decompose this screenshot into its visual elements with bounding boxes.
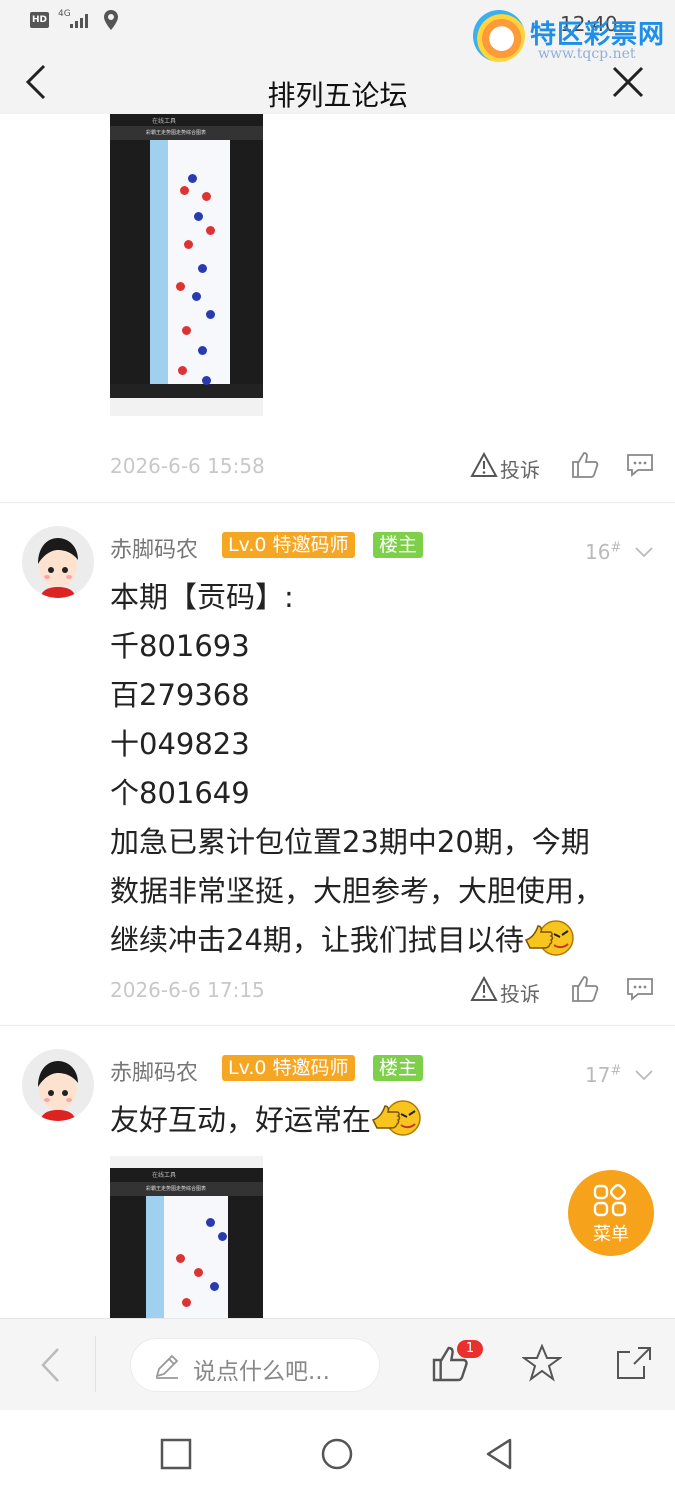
content-line-last: 继续冲击24期，让我们拭目以待 (110, 916, 603, 965)
content-line: 数据非常坚挺，大胆参考，大胆使用， (110, 874, 604, 908)
host-badge: 楼主 (373, 532, 424, 558)
pencil-icon (155, 1354, 179, 1379)
content-line: 十049823 (110, 727, 250, 761)
post-content: 友好互动，好运常在 (110, 1096, 423, 1145)
thumbs-up-icon[interactable] (570, 450, 600, 480)
signal-icon (70, 14, 90, 28)
content-line: 友好互动，好运常在 (110, 1096, 423, 1145)
username[interactable]: 赤脚码农 (110, 532, 198, 564)
location-icon (104, 10, 118, 30)
shot-title: 在线工具 (152, 1172, 177, 1179)
warning-icon[interactable] (470, 976, 498, 1002)
post-timestamp: 2026-6-6 17:15 (110, 978, 265, 1002)
content-line: 加急已累计包位置23期中20期，今期 (110, 825, 590, 859)
avatar-cartoon-icon (38, 538, 78, 598)
level-badge: Lv.0 特邀码师 (222, 1055, 355, 1081)
report-button[interactable]: 投诉 (500, 454, 540, 483)
report-button[interactable]: 投诉 (500, 978, 540, 1007)
comment-icon[interactable] (626, 452, 654, 478)
menu-label: 菜单 (593, 1224, 629, 1245)
chevron-down-icon[interactable] (634, 546, 654, 558)
divider (0, 502, 675, 503)
post-image[interactable]: 在线工具 彩霸王走势图走势综合图表 (110, 114, 263, 416)
post-image[interactable]: 在线工具 彩霸王走势图走势综合图表 (110, 1156, 263, 1318)
back-arrow-icon[interactable] (38, 1346, 64, 1384)
floor-number: 16# (585, 540, 622, 564)
post-timestamp: 2026-6-6 15:58 (110, 454, 265, 478)
thumbs-up-emoji-icon (524, 920, 574, 956)
thumbs-up-emoji-icon (371, 1100, 421, 1136)
close-icon[interactable] (610, 64, 646, 100)
warning-icon[interactable] (470, 452, 498, 478)
level-badge: Lv.0 特邀码师 (222, 532, 355, 558)
star-icon[interactable] (522, 1344, 562, 1382)
content-line: 本期【贡码】: (110, 580, 294, 614)
divider (95, 1336, 96, 1392)
avatar-cartoon-icon (38, 1061, 78, 1121)
hd-indicator: HD (30, 12, 49, 28)
comment-placeholder: 说点什么吧... (193, 1359, 330, 1385)
username[interactable]: 赤脚码农 (110, 1055, 198, 1087)
comment-icon[interactable] (626, 976, 654, 1002)
post-content: 本期【贡码】: 千801693 百279368 十049823 个801649 … (110, 573, 603, 965)
avatar[interactable] (22, 526, 94, 598)
grid-menu-icon (593, 1184, 627, 1217)
content-line: 百279368 (110, 678, 250, 712)
recent-apps-icon[interactable] (160, 1438, 192, 1470)
home-icon[interactable] (321, 1438, 353, 1470)
watermark-url: www.tqcp.net (538, 46, 636, 62)
page-title: 排列五论坛 (267, 79, 408, 112)
divider (0, 1025, 675, 1026)
chevron-down-icon[interactable] (634, 1069, 654, 1081)
shot-title: 在线工具 (152, 118, 177, 125)
menu-button[interactable]: 菜单 (568, 1170, 654, 1256)
host-badge: 楼主 (373, 1055, 424, 1081)
content-line: 千801693 (110, 629, 250, 663)
watermark-logo-icon (473, 10, 525, 62)
thumbs-up-icon[interactable] (570, 974, 600, 1004)
avatar[interactable] (22, 1049, 94, 1121)
shot-subtitle: 彩霸王走势图走势综合图表 (146, 130, 207, 136)
floor-number: 17# (585, 1063, 622, 1087)
share-icon[interactable] (614, 1344, 654, 1382)
like-count-badge: 1 (457, 1340, 483, 1358)
network-label: 4G (58, 9, 71, 19)
comment-input[interactable]: 说点什么吧... (130, 1338, 380, 1392)
shot-subtitle: 彩霸王走势图走势综合图表 (146, 1186, 207, 1192)
nav-back-icon[interactable] (484, 1438, 514, 1470)
content-line: 个801649 (110, 776, 250, 810)
